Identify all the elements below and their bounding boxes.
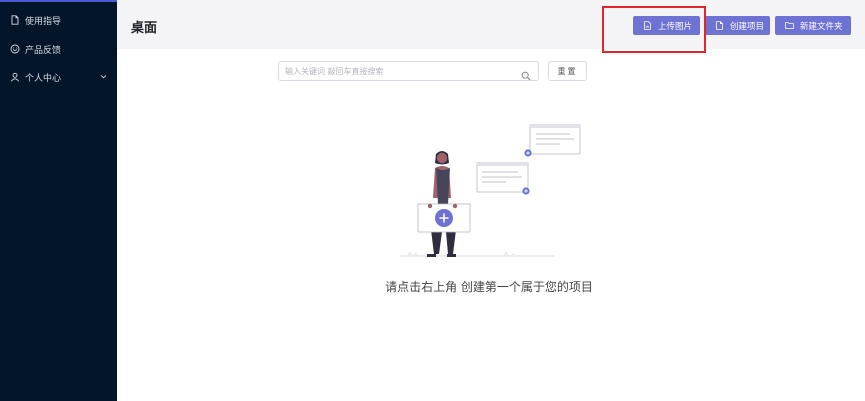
page-title: 桌面 [131, 21, 158, 36]
sidebar-item-feedback[interactable]: 产品反馈 [0, 35, 117, 63]
folder-icon [785, 21, 794, 30]
create-project-label: 创建项目 [730, 21, 765, 32]
header: 桌面 上传图片 创建项目 新建文件夹 [117, 0, 865, 53]
sidebar-item-label: 产品反馈 [25, 45, 62, 56]
sidebar: 使用指导 产品反馈 个人中心 [0, 0, 117, 401]
upload-image-label: 上传图片 [658, 21, 693, 32]
search-box[interactable] [278, 61, 539, 81]
feedback-icon [10, 44, 20, 54]
chevron-down-icon[interactable] [100, 73, 107, 80]
create-project-button[interactable]: 创建项目 [705, 16, 770, 35]
sidebar-item-label: 使用指导 [25, 16, 62, 27]
empty-state-message: 请点击右上角 创建第一个属于您的项目 [0, 278, 865, 295]
sidebar-item-guide[interactable]: 使用指导 [0, 6, 117, 34]
upload-image-button[interactable]: 上传图片 [633, 16, 700, 35]
reset-button[interactable]: 重置 [548, 61, 587, 81]
new-folder-label: 新建文件夹 [800, 21, 843, 32]
sidebar-item-label: 个人中心 [25, 73, 62, 84]
user-icon [10, 72, 20, 82]
app-window: 使用指导 产品反馈 个人中心 桌面 上传图片 创建项目 新建文件夹 输入关键词 … [0, 0, 865, 401]
new-folder-button[interactable]: 新建文件夹 [775, 16, 851, 35]
file-icon [715, 21, 724, 30]
sidebar-item-profile[interactable]: 个人中心 [0, 63, 117, 91]
empty-state-text: 请点击右上角 创建第一个属于您的项目 [385, 280, 593, 294]
search-input[interactable] [285, 64, 515, 78]
image-file-icon [643, 21, 652, 30]
search-icon[interactable] [521, 66, 531, 81]
empty-state-illustration [400, 124, 581, 257]
document-icon [10, 15, 20, 25]
